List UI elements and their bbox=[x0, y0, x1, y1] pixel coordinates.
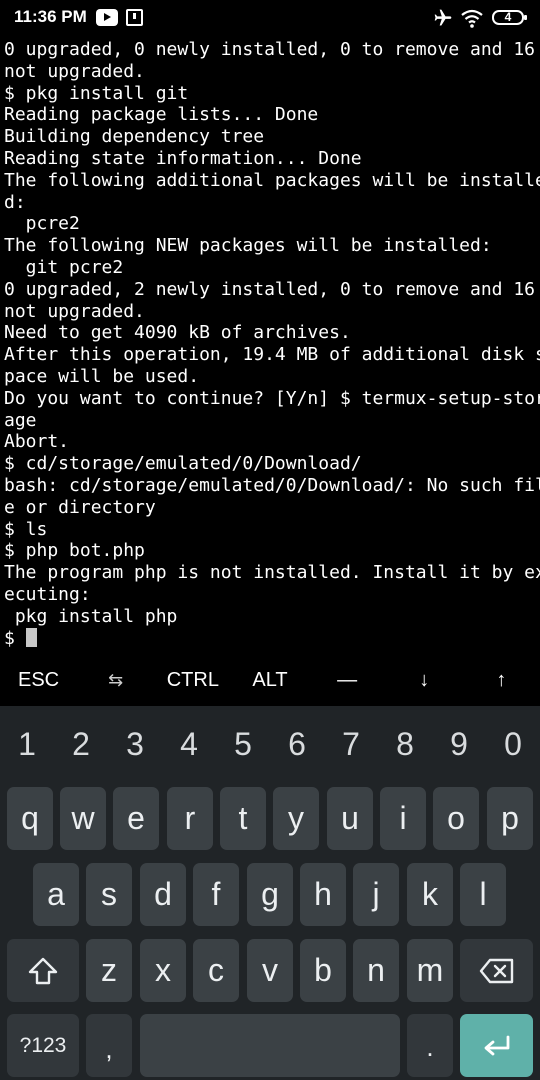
status-time: 11:36 PM bbox=[14, 7, 87, 26]
key-1[interactable]: 1 bbox=[0, 714, 54, 774]
key-z[interactable]: z bbox=[86, 939, 132, 1002]
esc-key[interactable]: ESC bbox=[0, 654, 77, 706]
terminal-line: pcre2 bbox=[4, 213, 80, 235]
shift-icon bbox=[28, 957, 58, 984]
key-s[interactable]: s bbox=[86, 863, 132, 926]
key-t[interactable]: t bbox=[220, 787, 266, 850]
terminal-line: git pcre2 bbox=[4, 256, 124, 278]
key-w[interactable]: w bbox=[60, 787, 106, 850]
key-f[interactable]: f bbox=[193, 863, 239, 926]
terminal-prompt-line[interactable]: $ bbox=[0, 627, 540, 650]
terminal-line: The following additional packages will b… bbox=[4, 169, 540, 191]
key-h[interactable]: h bbox=[300, 863, 346, 926]
terminal-line: Building dependency tree bbox=[4, 126, 265, 148]
key-c[interactable]: c bbox=[193, 939, 239, 1002]
terminal-line: After this operation, 19.4 MB of additio… bbox=[4, 344, 540, 366]
battery-level: 4 bbox=[504, 10, 512, 24]
arrow-up-key[interactable]: ↑ bbox=[463, 654, 540, 706]
terminal-line: d: bbox=[4, 191, 26, 213]
comma-key[interactable]: , bbox=[86, 1014, 132, 1077]
key-7[interactable]: 7 bbox=[324, 714, 378, 774]
key-o[interactable]: o bbox=[433, 787, 479, 850]
key-d[interactable]: d bbox=[140, 863, 186, 926]
terminal-line: pkg install php bbox=[4, 605, 178, 627]
key-b[interactable]: b bbox=[300, 939, 346, 1002]
key-e[interactable]: e bbox=[113, 787, 159, 850]
airplane-icon bbox=[434, 9, 452, 26]
dash-key[interactable]: — bbox=[309, 654, 386, 706]
terminal-line: 0 upgraded, 2 newly installed, 0 to remo… bbox=[4, 278, 536, 300]
arrow-down-key[interactable]: ↓ bbox=[386, 654, 463, 706]
terminal-line: e or directory bbox=[4, 496, 156, 518]
terminal-line: The program php is not installed. Instal… bbox=[4, 562, 540, 584]
shift-key[interactable] bbox=[7, 939, 79, 1002]
key-9[interactable]: 9 bbox=[432, 714, 486, 774]
status-bar: 11:36 PM 4 bbox=[0, 0, 540, 36]
symbols-key[interactable]: ?123 bbox=[7, 1014, 79, 1077]
soft-keyboard: 1 2 3 4 5 6 7 8 9 0 q w e r t y u i o p … bbox=[0, 706, 540, 1080]
key-4[interactable]: 4 bbox=[162, 714, 216, 774]
key-5[interactable]: 5 bbox=[216, 714, 270, 774]
terminal-line: Abort. bbox=[4, 431, 70, 453]
key-g[interactable]: g bbox=[247, 863, 293, 926]
key-n[interactable]: n bbox=[353, 939, 399, 1002]
extra-keys-row: ESC ⇆ CTRL ALT — ↓ ↑ bbox=[0, 654, 540, 706]
key-k[interactable]: k bbox=[407, 863, 453, 926]
key-m[interactable]: m bbox=[407, 939, 453, 1002]
terminal-line: $ pkg install git bbox=[4, 82, 189, 104]
key-v[interactable]: v bbox=[247, 939, 293, 1002]
key-l[interactable]: l bbox=[460, 863, 506, 926]
enter-key[interactable] bbox=[460, 1014, 533, 1077]
terminal-line: $ ls bbox=[4, 518, 48, 540]
terminal-line: ecuting: bbox=[4, 583, 91, 605]
key-3[interactable]: 3 bbox=[108, 714, 162, 774]
terminal-line: Reading package lists... Done bbox=[4, 104, 319, 126]
battery-icon: 4 bbox=[492, 10, 527, 25]
backspace-key[interactable] bbox=[460, 939, 533, 1002]
terminal-line: $ php bot.php bbox=[4, 540, 145, 562]
key-u[interactable]: u bbox=[327, 787, 373, 850]
youtube-icon bbox=[96, 9, 118, 26]
key-a[interactable]: a bbox=[33, 863, 79, 926]
key-y[interactable]: y bbox=[273, 787, 319, 850]
key-j[interactable]: j bbox=[353, 863, 399, 926]
terminal-line: Do you want to continue? [Y/n] $ termux-… bbox=[4, 387, 540, 409]
terminal-line: 0 upgraded, 0 newly installed, 0 to remo… bbox=[4, 39, 536, 60]
key-2[interactable]: 2 bbox=[54, 714, 108, 774]
key-q[interactable]: q bbox=[7, 787, 53, 850]
terminal-line: $ cd/storage/emulated/0/Download/ bbox=[4, 453, 362, 475]
key-x[interactable]: x bbox=[140, 939, 186, 1002]
key-r[interactable]: r bbox=[167, 787, 213, 850]
backspace-icon bbox=[479, 958, 513, 983]
key-0[interactable]: 0 bbox=[486, 714, 540, 774]
terminal-line: not upgraded. bbox=[4, 60, 145, 82]
terminal-line: Reading state information... Done bbox=[4, 147, 362, 169]
terminal-line: age bbox=[4, 409, 37, 431]
notification-icon bbox=[126, 9, 143, 26]
terminal-output[interactable]: 0 upgraded, 0 newly installed, 0 to remo… bbox=[0, 39, 540, 654]
terminal-line: Need to get 4090 kB of archives. bbox=[4, 322, 351, 344]
key-6[interactable]: 6 bbox=[270, 714, 324, 774]
key-i[interactable]: i bbox=[380, 787, 426, 850]
key-8[interactable]: 8 bbox=[378, 714, 432, 774]
terminal-line: pace will be used. bbox=[4, 365, 200, 387]
terminal-prompt: $ bbox=[4, 627, 26, 649]
enter-icon bbox=[484, 1035, 509, 1055]
terminal-line: The following NEW packages will be insta… bbox=[4, 235, 492, 257]
terminal-line: not upgraded. bbox=[4, 300, 145, 322]
text-cursor bbox=[25, 627, 37, 647]
tab-key[interactable]: ⇆ bbox=[77, 654, 154, 706]
terminal-line: bash: cd/storage/emulated/0/Download/: N… bbox=[4, 474, 540, 496]
number-row: 1 2 3 4 5 6 7 8 9 0 bbox=[0, 714, 540, 774]
key-p[interactable]: p bbox=[487, 787, 533, 850]
wifi-icon bbox=[461, 9, 483, 28]
alt-key[interactable]: ALT bbox=[231, 654, 308, 706]
ctrl-key[interactable]: CTRL bbox=[154, 654, 231, 706]
period-key[interactable]: . bbox=[407, 1014, 453, 1077]
space-bar[interactable] bbox=[140, 1014, 400, 1077]
